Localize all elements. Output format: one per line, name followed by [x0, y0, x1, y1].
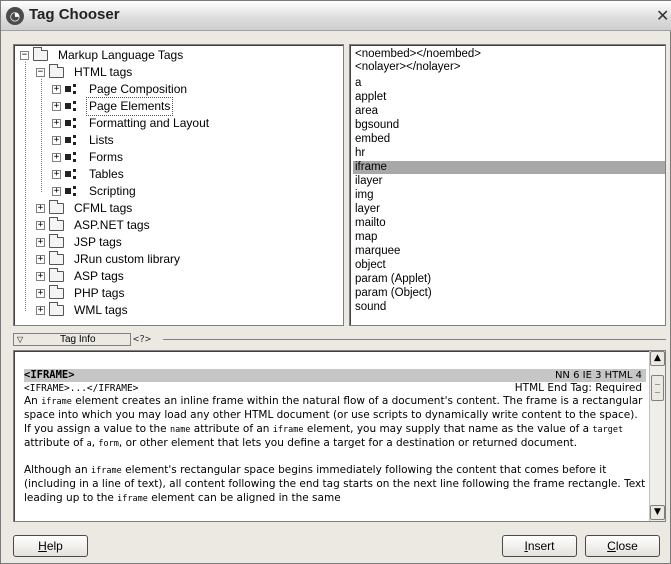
folder-open-icon: [49, 64, 64, 79]
tag-group-icon: [65, 168, 81, 181]
list-item[interactable]: param (Applet): [353, 273, 665, 286]
expand-icon[interactable]: +: [36, 272, 45, 282]
expand-icon[interactable]: +: [36, 289, 45, 299]
tree-node-aspnet-tags[interactable]: + ASP.NET tags: [36, 217, 152, 234]
list-item[interactable]: sound: [353, 301, 665, 314]
tag-group-icon: [65, 185, 81, 198]
reference-syntax-line: <IFRAME>...</IFRAME> HTML End Tag: Requi…: [24, 382, 642, 394]
dreamweaver-app-icon: ◔: [6, 7, 24, 25]
browser-support: NN 6 IE 3 HTML 4: [554, 370, 642, 381]
collapse-icon[interactable]: −: [36, 68, 45, 78]
list-item[interactable]: area: [353, 105, 665, 118]
end-tag-requirement: HTML End Tag: Required: [514, 382, 642, 394]
tree-node-cfml-tags[interactable]: + CFML tags: [36, 200, 134, 217]
tree-node-lists[interactable]: + Lists: [52, 132, 116, 149]
reference-content: <IFRAME> NN 6 IE 3 HTML 4 <IFRAME>...</I…: [24, 369, 646, 519]
tree-node-wml-tags[interactable]: + WML tags: [36, 302, 130, 319]
folder-icon: [49, 217, 64, 232]
expand-icon[interactable]: +: [52, 170, 61, 180]
tree-node-forms[interactable]: + Forms: [52, 149, 125, 166]
list-item[interactable]: img: [353, 189, 665, 202]
reference-scrollbar[interactable]: ▲ ▼: [649, 351, 665, 521]
tag-group-icon: [65, 134, 81, 147]
insert-button[interactable]: Insert: [502, 535, 577, 557]
tag-library-tree[interactable]: − Markup Language Tags − HTML tags + Page C…: [13, 44, 344, 326]
list-item[interactable]: mailto: [353, 217, 665, 230]
tree-connector: [41, 79, 42, 192]
divider: [163, 339, 666, 340]
list-item[interactable]: ilayer: [353, 175, 665, 188]
folder-icon: [49, 200, 64, 215]
list-item-selected[interactable]: iframe: [353, 161, 665, 174]
tree-node-page-elements[interactable]: + Page Elements: [52, 97, 174, 117]
window-title: Tag Chooser: [29, 6, 120, 23]
list-item[interactable]: <noembed></noembed>: [353, 48, 665, 61]
expand-icon[interactable]: +: [36, 221, 45, 231]
scroll-thumb[interactable]: [651, 375, 664, 401]
tree-node-tables[interactable]: + Tables: [52, 166, 126, 183]
tag-group-icon: [65, 151, 81, 164]
tree-node-asp-tags[interactable]: + ASP tags: [36, 268, 126, 285]
expand-icon[interactable]: +: [36, 204, 45, 214]
folder-icon: [49, 285, 64, 300]
title-bar[interactable]: ◔ Tag Chooser ✕: [1, 1, 671, 31]
tag-group-icon: [65, 117, 81, 130]
tag-info-bar: ▽ Tag Info <?>: [13, 333, 666, 347]
expand-icon[interactable]: +: [52, 85, 61, 95]
folder-icon: [49, 251, 64, 266]
folder-icon: [49, 234, 64, 249]
collapse-triangle-icon: ▽: [17, 335, 24, 344]
list-item[interactable]: <nolayer></nolayer>: [353, 61, 665, 74]
reference-tag-header: <IFRAME> NN 6 IE 3 HTML 4: [24, 369, 646, 382]
tree-node-scripting[interactable]: + Scripting: [52, 183, 138, 200]
close-icon[interactable]: ✕: [656, 7, 671, 25]
expand-icon[interactable]: +: [52, 153, 61, 163]
tag-group-icon: [65, 100, 81, 113]
tag-chooser-dialog: ◔ Tag Chooser ✕ − Markup Language Tags − H…: [0, 0, 671, 564]
tag-group-icon: [65, 83, 81, 96]
expand-icon[interactable]: +: [52, 119, 61, 129]
folder-icon: [49, 268, 64, 283]
close-button[interactable]: Close: [585, 535, 660, 557]
tree-node-html-tags[interactable]: − HTML tags: [36, 64, 134, 81]
expand-icon[interactable]: +: [36, 306, 45, 316]
list-item[interactable]: object: [353, 259, 665, 272]
list-item[interactable]: bgsound: [353, 119, 665, 132]
tree-node-jrun-custom-library[interactable]: + JRun custom library: [36, 251, 182, 268]
reference-paragraph-2: Although an iframe element's rectangular…: [24, 464, 646, 504]
list-item[interactable]: marquee: [353, 245, 665, 258]
expand-icon[interactable]: +: [52, 187, 61, 197]
list-item[interactable]: map: [353, 231, 665, 244]
folder-icon: [49, 302, 64, 317]
tree-node-php-tags[interactable]: + PHP tags: [36, 285, 126, 302]
tag-info-toggle[interactable]: ▽ Tag Info: [13, 333, 131, 346]
tree-node-jsp-tags[interactable]: + JSP tags: [36, 234, 124, 251]
help-button[interactable]: Help: [13, 535, 88, 557]
help-reference-icon[interactable]: <?>: [133, 333, 159, 346]
tree-node-markup-language-tags[interactable]: − Markup Language Tags: [20, 47, 185, 64]
list-item[interactable]: embed: [353, 133, 665, 146]
expand-icon[interactable]: +: [36, 255, 45, 265]
list-item[interactable]: a: [353, 77, 665, 90]
reference-panel: <IFRAME> NN 6 IE 3 HTML 4 <IFRAME>...</I…: [13, 350, 666, 522]
scroll-up-icon[interactable]: ▲: [650, 351, 665, 366]
reference-paragraph-1: An iframe element creates an inline fram…: [24, 395, 643, 449]
tag-list[interactable]: <noembed></noembed> <nolayer></nolayer> …: [349, 44, 666, 326]
list-item[interactable]: applet: [353, 91, 665, 104]
expand-icon[interactable]: +: [52, 136, 61, 146]
list-item[interactable]: layer: [353, 203, 665, 216]
collapse-icon[interactable]: −: [20, 51, 29, 61]
expand-icon[interactable]: +: [52, 102, 61, 112]
tree-node-formatting-and-layout[interactable]: + Formatting and Layout: [52, 115, 211, 132]
expand-icon[interactable]: +: [36, 238, 45, 248]
list-item[interactable]: param (Object): [353, 287, 665, 300]
list-item[interactable]: hr: [353, 147, 665, 160]
folder-open-icon: [33, 47, 48, 62]
tree-node-page-composition[interactable]: + Page Composition: [52, 81, 189, 98]
tree-connector: [25, 62, 26, 311]
scroll-down-icon[interactable]: ▼: [650, 505, 665, 520]
